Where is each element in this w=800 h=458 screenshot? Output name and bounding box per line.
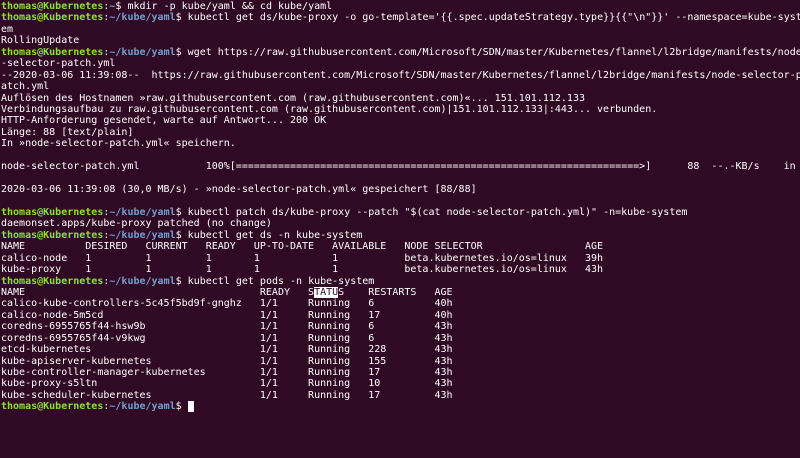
output-line: etcd-kubernetes 1/1 Running 228 43h — [1, 344, 800, 355]
output-text: Länge: 88 [text/plain] — [1, 126, 134, 138]
output-line: Länge: 88 [text/plain] — [1, 127, 800, 138]
output-line: calico-kube-controllers-5c45f5bd9f-gnghz… — [1, 298, 800, 309]
output-line: kube-scheduler-kubernetes 1/1 Running 17… — [1, 390, 800, 401]
output-text: HTTP-Anforderung gesendet, warte auf Ant… — [1, 115, 327, 127]
selection-highlight: TATU — [314, 286, 339, 298]
output-line: NAME READY STATUS RESTARTS AGE — [1, 286, 800, 298]
prompt-user: thomas@Kubernetes — [1, 12, 104, 24]
output-text: kube-proxy-s5ltn 1/1 Running 10 43h — [1, 378, 453, 390]
output-line: --2020-03-06 11:39:08-- https://raw.gith… — [1, 70, 800, 81]
prompt-path: ~/kube/yaml — [109, 206, 176, 218]
prompt-user: thomas@Kubernetes — [1, 1, 104, 12]
command-text: kubectl patch ds/kube-proxy --patch "$(c… — [187, 206, 688, 218]
prompt-symbol: $ — [115, 1, 128, 12]
output-line: kube-controller-manager-kubernetes 1/1 R… — [1, 367, 800, 378]
output-text: calico-node 1 1 1 1 1 beta.kubernetes.io… — [1, 252, 604, 264]
output-text: calico-node-5m5cd 1/1 Running 17 40h — [1, 309, 453, 321]
output-text: NAME DESIRED CURRENT READY UP-TO-DATE AV… — [1, 241, 604, 253]
output-line: kube-apiserver-kubernetes 1/1 Running 15… — [1, 356, 800, 367]
output-text: coredns-6955765f44-v9kwg 1/1 Running 6 4… — [1, 332, 453, 344]
prompt-path: ~/kube/yaml — [109, 275, 176, 287]
output-text: kube-proxy 1 1 1 1 1 beta.kubernetes.io/… — [1, 264, 604, 276]
command-text: wget https://raw.githubusercontent.com/M… — [187, 46, 800, 58]
output-text: 2020-03-06 11:39:08 (30,0 MB/s) - »node-… — [1, 184, 477, 195]
prompt-user: thomas@Kubernetes — [1, 401, 104, 413]
command-text: kubectl get ds -n kube-system — [187, 229, 363, 241]
prompt-line: thomas@Kubernetes:~/kube/yaml$ — [1, 401, 800, 413]
prompt-path: ~/kube/yaml — [109, 46, 176, 58]
output-text: kube-apiserver-kubernetes 1/1 Running 15… — [1, 355, 453, 367]
output-line: atch.yml — [1, 81, 800, 92]
prompt-user: thomas@Kubernetes — [1, 206, 104, 218]
prompt-line: thomas@Kubernetes:~/kube/yaml$ kubectl g… — [1, 230, 800, 241]
output-text: --2020-03-06 11:39:08-- https://raw.gith… — [1, 69, 800, 81]
output-text: NAME READY S — [1, 286, 315, 298]
cursor[interactable] — [187, 401, 194, 413]
prompt-symbol: $ — [175, 401, 188, 413]
output-line: coredns-6955765f44-v9kwg 1/1 Running 6 4… — [1, 333, 800, 344]
output-line: coredns-6955765f44-hsw9b 1/1 Running 6 4… — [1, 321, 800, 332]
output-line: kube-proxy-s5ltn 1/1 Running 10 43h — [1, 378, 800, 389]
output-text: calico-kube-controllers-5c45f5bd9f-gnghz… — [1, 298, 453, 310]
prompt-symbol: $ — [175, 206, 188, 218]
prompt-user: thomas@Kubernetes — [1, 229, 104, 241]
output-line: Verbindungsaufbau zu raw.githubuserconte… — [1, 104, 800, 115]
prompt-line: thomas@Kubernetes:~$ mkdir -p kube/yaml … — [1, 1, 800, 12]
output-text: node-selector-patch.yml 100%[===========… — [1, 161, 800, 173]
output-line: em — [1, 24, 800, 35]
command-text: mkdir -p kube/yaml && cd kube/yaml — [127, 1, 333, 12]
output-text: RollingUpdate — [1, 35, 80, 47]
output-line: -selector-patch.yml — [1, 58, 800, 69]
prompt-symbol: $ — [175, 46, 188, 58]
output-line: In »node-selector-patch.yml« speichern. — [1, 138, 800, 149]
output-text: In »node-selector-patch.yml« speichern. — [1, 138, 236, 150]
output-text: Verbindungsaufbau zu raw.githubuserconte… — [1, 103, 658, 115]
output-text: kube-scheduler-kubernetes 1/1 Running 17… — [1, 389, 453, 401]
output-line: RollingUpdate — [1, 35, 800, 46]
output-text: atch.yml — [1, 81, 50, 93]
output-line: kube-proxy 1 1 1 1 1 beta.kubernetes.io/… — [1, 264, 800, 275]
command-text: kubectl get ds/kube-proxy -o go-template… — [187, 12, 800, 24]
prompt-path: ~/kube/yaml — [109, 229, 176, 241]
prompt-line: thomas@Kubernetes:~/kube/yaml$ kubectl g… — [1, 12, 800, 23]
output-text: coredns-6955765f44-hsw9b 1/1 Running 6 4… — [1, 321, 453, 333]
output-text: kube-controller-manager-kubernetes 1/1 R… — [1, 367, 453, 378]
prompt-symbol: $ — [175, 12, 188, 24]
output-line: calico-node-5m5cd 1/1 Running 17 40h — [1, 310, 800, 321]
output-line: daemonset.apps/kube-proxy patched (no ch… — [1, 218, 800, 229]
output-line: Auflösen des Hostnamen »raw.githubuserco… — [1, 93, 800, 104]
prompt-user: thomas@Kubernetes — [1, 46, 104, 58]
output-line: 2020-03-06 11:39:08 (30,0 MB/s) - »node-… — [1, 184, 800, 195]
prompt-path: ~/kube/yaml — [109, 12, 176, 24]
output-text: daemonset.apps/kube-proxy patched (no ch… — [1, 218, 272, 230]
prompt-path: ~/kube/yaml — [109, 401, 176, 413]
output-text: Auflösen des Hostnamen »raw.githubuserco… — [1, 92, 585, 104]
prompt-line: thomas@Kubernetes:~/kube/yaml$ kubectl g… — [1, 276, 800, 287]
output-line: HTTP-Anforderung gesendet, warte auf Ant… — [1, 115, 800, 126]
output-text: -selector-patch.yml — [1, 58, 116, 70]
command-text: kubectl get pods -n kube-system — [187, 275, 375, 287]
prompt-line: thomas@Kubernetes:~/kube/yaml$ wget http… — [1, 47, 800, 58]
prompt-symbol: $ — [175, 229, 188, 241]
prompt-user: thomas@Kubernetes — [1, 275, 104, 287]
output-line: node-selector-patch.yml 100%[===========… — [1, 161, 800, 172]
prompt-symbol: $ — [175, 275, 188, 287]
output-line: calico-node 1 1 1 1 1 beta.kubernetes.io… — [1, 253, 800, 264]
output-line: NAME DESIRED CURRENT READY UP-TO-DATE AV… — [1, 241, 800, 252]
prompt-line: thomas@Kubernetes:~/kube/yaml$ kubectl p… — [1, 207, 800, 218]
terminal-window[interactable]: thomas@Kubernetes:~$ mkdir -p kube/yaml … — [0, 0, 800, 458]
output-text: S RESTARTS AGE — [338, 286, 453, 298]
output-text: etcd-kubernetes 1/1 Running 228 43h — [1, 344, 453, 356]
output-text: em — [1, 23, 14, 35]
